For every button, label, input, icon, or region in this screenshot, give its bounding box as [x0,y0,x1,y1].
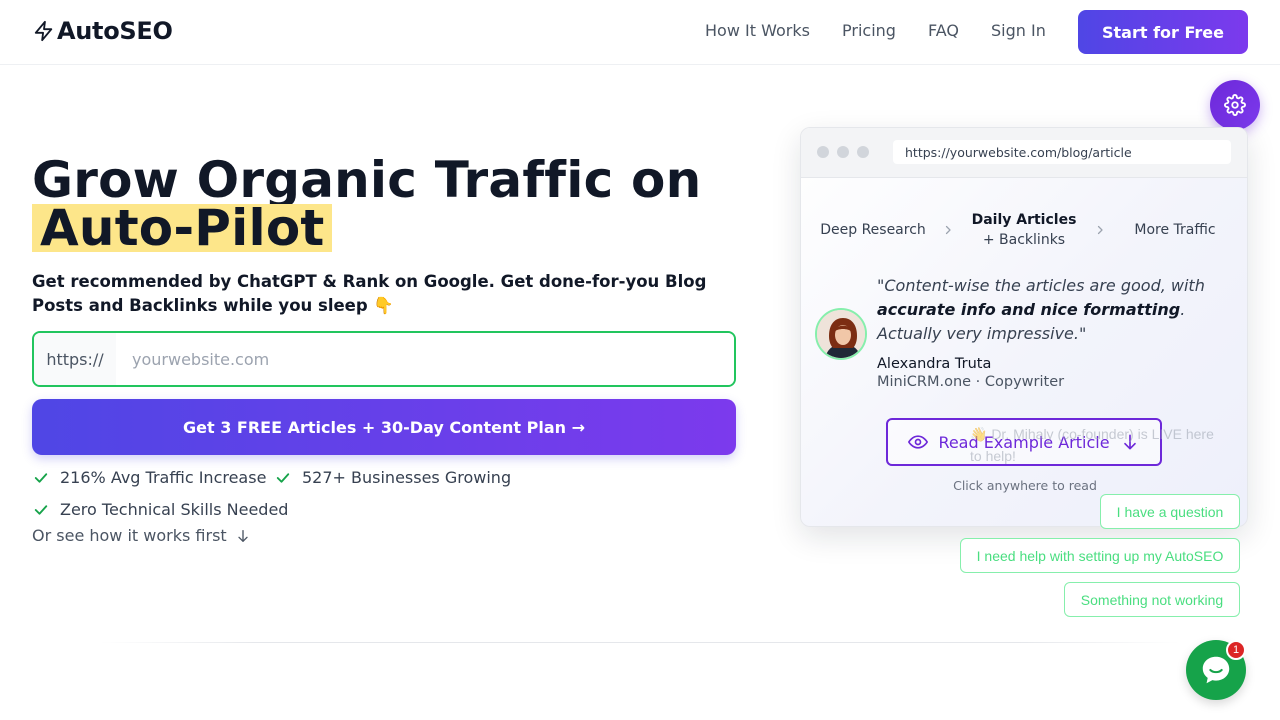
step-label: Deep Research [820,222,926,238]
hero-title-highlight: Auto-Pilot [32,203,333,253]
see-how-it-works-link[interactable]: Or see how it works first [32,526,251,545]
website-url-field: https:// [32,331,736,387]
chat-bubble-icon [1202,656,1230,684]
example-article-preview[interactable]: https://yourwebsite.com/blog/article Dee… [800,127,1248,527]
settings-button[interactable] [1210,80,1260,130]
hero-title: Grow Organic Traffic on Auto-Pilot [32,155,701,253]
check-icon [34,504,48,515]
chat-welcome-message: 👋 Dr. Mihaly (co-founder) is LIVE here t… [970,426,1214,464]
testimonial-quote: "Content-wise the articles are good, wit… [877,274,1227,346]
chevron-right-icon [1097,225,1103,235]
nav-link-pricing[interactable]: Pricing [842,21,896,40]
top-navbar: AutoSEO How It Works Pricing FAQ Sign In… [0,0,1280,65]
section-divider [100,642,1180,643]
person-avatar-icon [817,310,865,358]
testimonial-author: Alexandra Truta [877,356,992,372]
hero-subtitle: Get recommended by ChatGPT & Rank on Goo… [32,272,707,315]
quote-emphasis: accurate info and nice formatting [877,300,1181,319]
quick-reply-question[interactable]: I have a question [1100,494,1240,529]
quick-reply-not-working[interactable]: Something not working [1064,582,1240,617]
nav-link-how-it-works[interactable]: How It Works [705,21,810,40]
brand-name: AutoSEO [57,17,173,45]
eye-icon [908,435,929,449]
step-deep-research: Deep Research [817,220,929,240]
lightning-icon [34,20,53,42]
step-sublabel: + Backlinks [982,232,1066,248]
unread-badge: 1 [1226,640,1246,660]
browser-address-bar: https://yourwebsite.com/blog/article [893,140,1231,164]
window-dot [817,146,829,158]
step-more-traffic: More Traffic [1117,220,1233,240]
arrow-down-icon [238,529,248,542]
nav-link-sign-in[interactable]: Sign In [991,21,1046,40]
check-icon [34,472,48,483]
click-hint: Click anywhere to read [953,478,1097,493]
see-how-label: Or see how it works first [32,526,227,545]
feature-item: 527+ Businesses Growing [274,468,511,487]
url-prefix: https:// [34,333,116,385]
nav-link-faq[interactable]: FAQ [928,21,959,40]
feature-item: Zero Technical Skills Needed [32,500,288,519]
step-daily-articles: Daily Articles + Backlinks [959,210,1089,250]
browser-toolbar: https://yourwebsite.com/blog/article [801,128,1247,178]
check-icon [276,472,290,483]
testimonial-author-role: MiniCRM.one · Copywriter [877,374,1065,390]
window-dot [857,146,869,158]
brand-logo[interactable]: AutoSEO [33,17,173,45]
feature-label: 216% Avg Traffic Increase [60,468,267,487]
start-for-free-button[interactable]: Start for Free [1078,10,1248,54]
step-label: Daily Articles [971,212,1077,228]
feature-label: Zero Technical Skills Needed [60,500,289,519]
website-url-input[interactable] [116,333,734,385]
get-free-articles-button[interactable]: Get 3 FREE Articles + 30-Day Content Pla… [32,399,736,455]
quote-text: "Content-wise the articles are good, wit… [877,276,1205,295]
feature-label: 527+ Businesses Growing [302,468,512,487]
quick-reply-setup-help[interactable]: I need help with setting up my AutoSEO [960,538,1240,573]
feature-item: 216% Avg Traffic Increase [32,468,266,487]
chevron-right-icon [945,225,951,235]
window-dot [837,146,849,158]
gear-icon [1224,94,1246,116]
avatar [815,308,867,360]
step-label: More Traffic [1134,222,1216,238]
